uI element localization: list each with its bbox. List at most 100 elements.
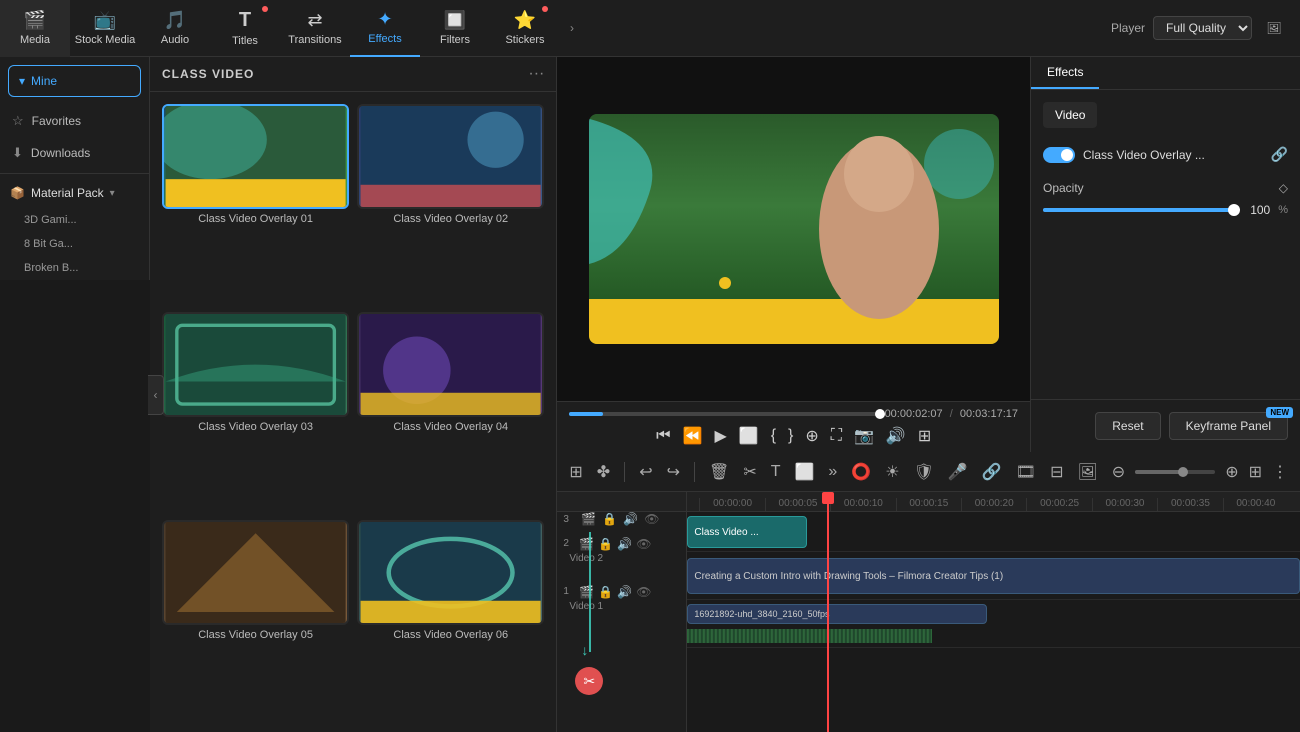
tab-effects[interactable]: Effects	[1031, 57, 1099, 89]
tl-mic[interactable]: 🎤	[944, 458, 972, 486]
mark-out-btn[interactable]: }	[788, 427, 793, 445]
tl-film[interactable]: 🎞	[1012, 458, 1040, 486]
toolbar-stickers[interactable]: ⭐ Stickers	[490, 0, 560, 57]
tl-zoom-in[interactable]: ⊕	[1221, 458, 1242, 486]
track-1-lock[interactable]: 🔒	[598, 585, 613, 599]
track-1-clip[interactable]: 16921892-uhd_3840_2160_50fps	[687, 604, 987, 624]
track-2-lock[interactable]: 🔒	[598, 537, 613, 551]
track-3-eye[interactable]: 👁	[644, 512, 659, 526]
pip-btn[interactable]: ⊞	[918, 426, 931, 446]
sidebar-mine-label: Mine	[31, 74, 57, 88]
fullscreen-btn[interactable]: ⛶	[831, 427, 842, 445]
sidebar-material-pack[interactable]: 📦 Material Pack ▾	[0, 178, 149, 208]
effects-more-btn[interactable]: ···	[528, 65, 544, 83]
effect-thumb-3[interactable]	[162, 312, 349, 417]
track-2-clip[interactable]: Creating a Custom Intro with Drawing Too…	[687, 558, 1300, 594]
tl-zoom-handle[interactable]	[1178, 467, 1188, 477]
tl-undo[interactable]: ↩	[635, 458, 656, 486]
rp-video-tab[interactable]: Video	[1043, 102, 1097, 128]
track-3-clip[interactable]: Class Video ...	[687, 516, 807, 548]
track-2-eye[interactable]: 👁	[636, 537, 651, 551]
tl-text[interactable]: T	[767, 459, 785, 485]
effect-thumb-1[interactable]	[162, 104, 349, 209]
toggle-knob	[1061, 149, 1073, 161]
reset-button[interactable]: Reset	[1095, 412, 1160, 440]
tl-more-tools[interactable]: »	[824, 459, 841, 485]
track-1-eye[interactable]: 👁	[636, 585, 651, 599]
effect-item-4[interactable]: Class Video Overlay 04	[357, 312, 544, 512]
progress-track[interactable]	[569, 412, 876, 416]
effects-panel-header: CLASS VIDEO ···	[150, 57, 556, 92]
effect-toggle[interactable]	[1043, 147, 1075, 163]
sidebar-toggle[interactable]: ‹	[148, 375, 164, 415]
sidebar-8bit[interactable]: 8 Bit Ga...	[0, 232, 149, 256]
toolbar-titles[interactable]: T Titles	[210, 0, 280, 57]
add-to-tl-btn[interactable]: ⊕	[805, 426, 818, 446]
tl-link[interactable]: 🔗	[978, 458, 1006, 486]
tl-overlay[interactable]: 🖼	[1073, 458, 1101, 486]
tl-zoom-track[interactable]	[1135, 470, 1215, 474]
track-2-audio[interactable]: 🔊	[617, 537, 632, 551]
snapshot-btn[interactable]: 📷	[854, 426, 874, 446]
track-3-audio[interactable]: 🔊	[623, 512, 638, 526]
stickers-icon: ⭐	[514, 10, 536, 31]
effect-item-2[interactable]: Class Video Overlay 02	[357, 104, 544, 304]
sidebar-item-downloads[interactable]: ⬇ Downloads	[0, 137, 149, 169]
effect-item-1[interactable]: Class Video Overlay 01	[162, 104, 349, 304]
toolbar-effects[interactable]: ✦ Effects	[350, 0, 420, 57]
tl-pip[interactable]: ⊟	[1046, 458, 1067, 486]
sidebar-mine-btn[interactable]: ▾ Mine	[8, 65, 141, 97]
sidebar-3d-gaming[interactable]: 3D Gami...	[0, 208, 149, 232]
sidebar-item-favorites[interactable]: ☆ Favorites	[0, 105, 149, 137]
effect-thumb-5[interactable]	[162, 520, 349, 625]
timeline-toolbar: ⊞ ✤ ↩ ↪ 🗑 ✂ T ⬜ » ⭕ ☀ 🛡 🎤 🔗 🎞 ⊟ 🖼 ⊖	[557, 452, 1300, 492]
toolbar-more[interactable]: ›	[560, 0, 584, 57]
tl-add-track[interactable]: ⊞	[565, 458, 586, 486]
tl-options[interactable]: ⋮	[1268, 458, 1292, 486]
mark-in-btn[interactable]: {	[771, 427, 776, 445]
tl-circle[interactable]: ⭕	[847, 458, 875, 486]
tl-magnet[interactable]: ✤	[593, 458, 614, 486]
effect-thumb-4[interactable]	[357, 312, 544, 417]
effect-item-3[interactable]: Class Video Overlay 03	[162, 312, 349, 512]
filters-icon: 🔲	[444, 10, 466, 31]
progress-handle[interactable]	[875, 409, 885, 419]
crop-btn[interactable]: ⬜	[739, 426, 759, 446]
tl-grid[interactable]: ⊞	[1249, 462, 1262, 482]
volume-btn[interactable]: 🔊	[886, 426, 906, 446]
effect-edit-btn[interactable]: 🔗	[1271, 146, 1288, 163]
keyframe-panel-button[interactable]: Keyframe Panel NEW	[1169, 412, 1288, 440]
opacity-handle[interactable]	[1228, 204, 1240, 216]
track-1-audio[interactable]: 🔊	[617, 585, 632, 599]
toolbar-audio[interactable]: 🎵 Audio	[140, 0, 210, 57]
tl-crop[interactable]: ⬜	[791, 458, 819, 486]
effect-thumb-6[interactable]	[357, 520, 544, 625]
opacity-track[interactable]	[1043, 208, 1232, 212]
toolbar-transitions[interactable]: ⇄ Transitions	[280, 0, 350, 57]
toolbar-stock-label: Stock Media	[75, 34, 136, 46]
toolbar-media[interactable]: 🎬 Media	[0, 0, 70, 57]
tl-cut[interactable]: ✂	[739, 458, 760, 486]
tl-sun[interactable]: ☀	[881, 458, 903, 486]
toolbar-filters[interactable]: 🔲 Filters	[420, 0, 490, 57]
timeline-area: ⊞ ✤ ↩ ↪ 🗑 ✂ T ⬜ » ⭕ ☀ 🛡 🎤 🔗 🎞 ⊟ 🖼 ⊖	[557, 452, 1300, 732]
sidebar-material-label: Material Pack	[31, 186, 104, 200]
track-3-lock[interactable]: 🔒	[602, 512, 617, 526]
tl-redo[interactable]: ↪	[663, 458, 684, 486]
opacity-keyframe-btn[interactable]: ◇	[1279, 181, 1288, 195]
tl-zoom-out[interactable]: ⊖	[1108, 458, 1129, 486]
effect-item-6[interactable]: Class Video Overlay 06	[357, 520, 544, 720]
opacity-pct: %	[1278, 204, 1288, 216]
rewind-btn[interactable]: ⏮	[656, 427, 670, 445]
toolbar-stock-media[interactable]: 📺 Stock Media	[70, 0, 140, 57]
tl-shield[interactable]: 🛡	[910, 458, 938, 486]
timeline-playhead[interactable]	[827, 492, 829, 732]
sidebar-broken-b[interactable]: Broken B...	[0, 256, 149, 280]
effect-thumb-2[interactable]	[357, 104, 544, 209]
tl-delete[interactable]: 🗑	[705, 458, 733, 486]
step-back-btn[interactable]: ⏪	[683, 426, 703, 446]
effect-item-5[interactable]: Class Video Overlay 05	[162, 520, 349, 720]
quality-select[interactable]: Full Quality	[1153, 16, 1252, 40]
screenshot-icon[interactable]: 🖼	[1260, 14, 1288, 42]
play-btn[interactable]: ▶	[714, 426, 726, 446]
